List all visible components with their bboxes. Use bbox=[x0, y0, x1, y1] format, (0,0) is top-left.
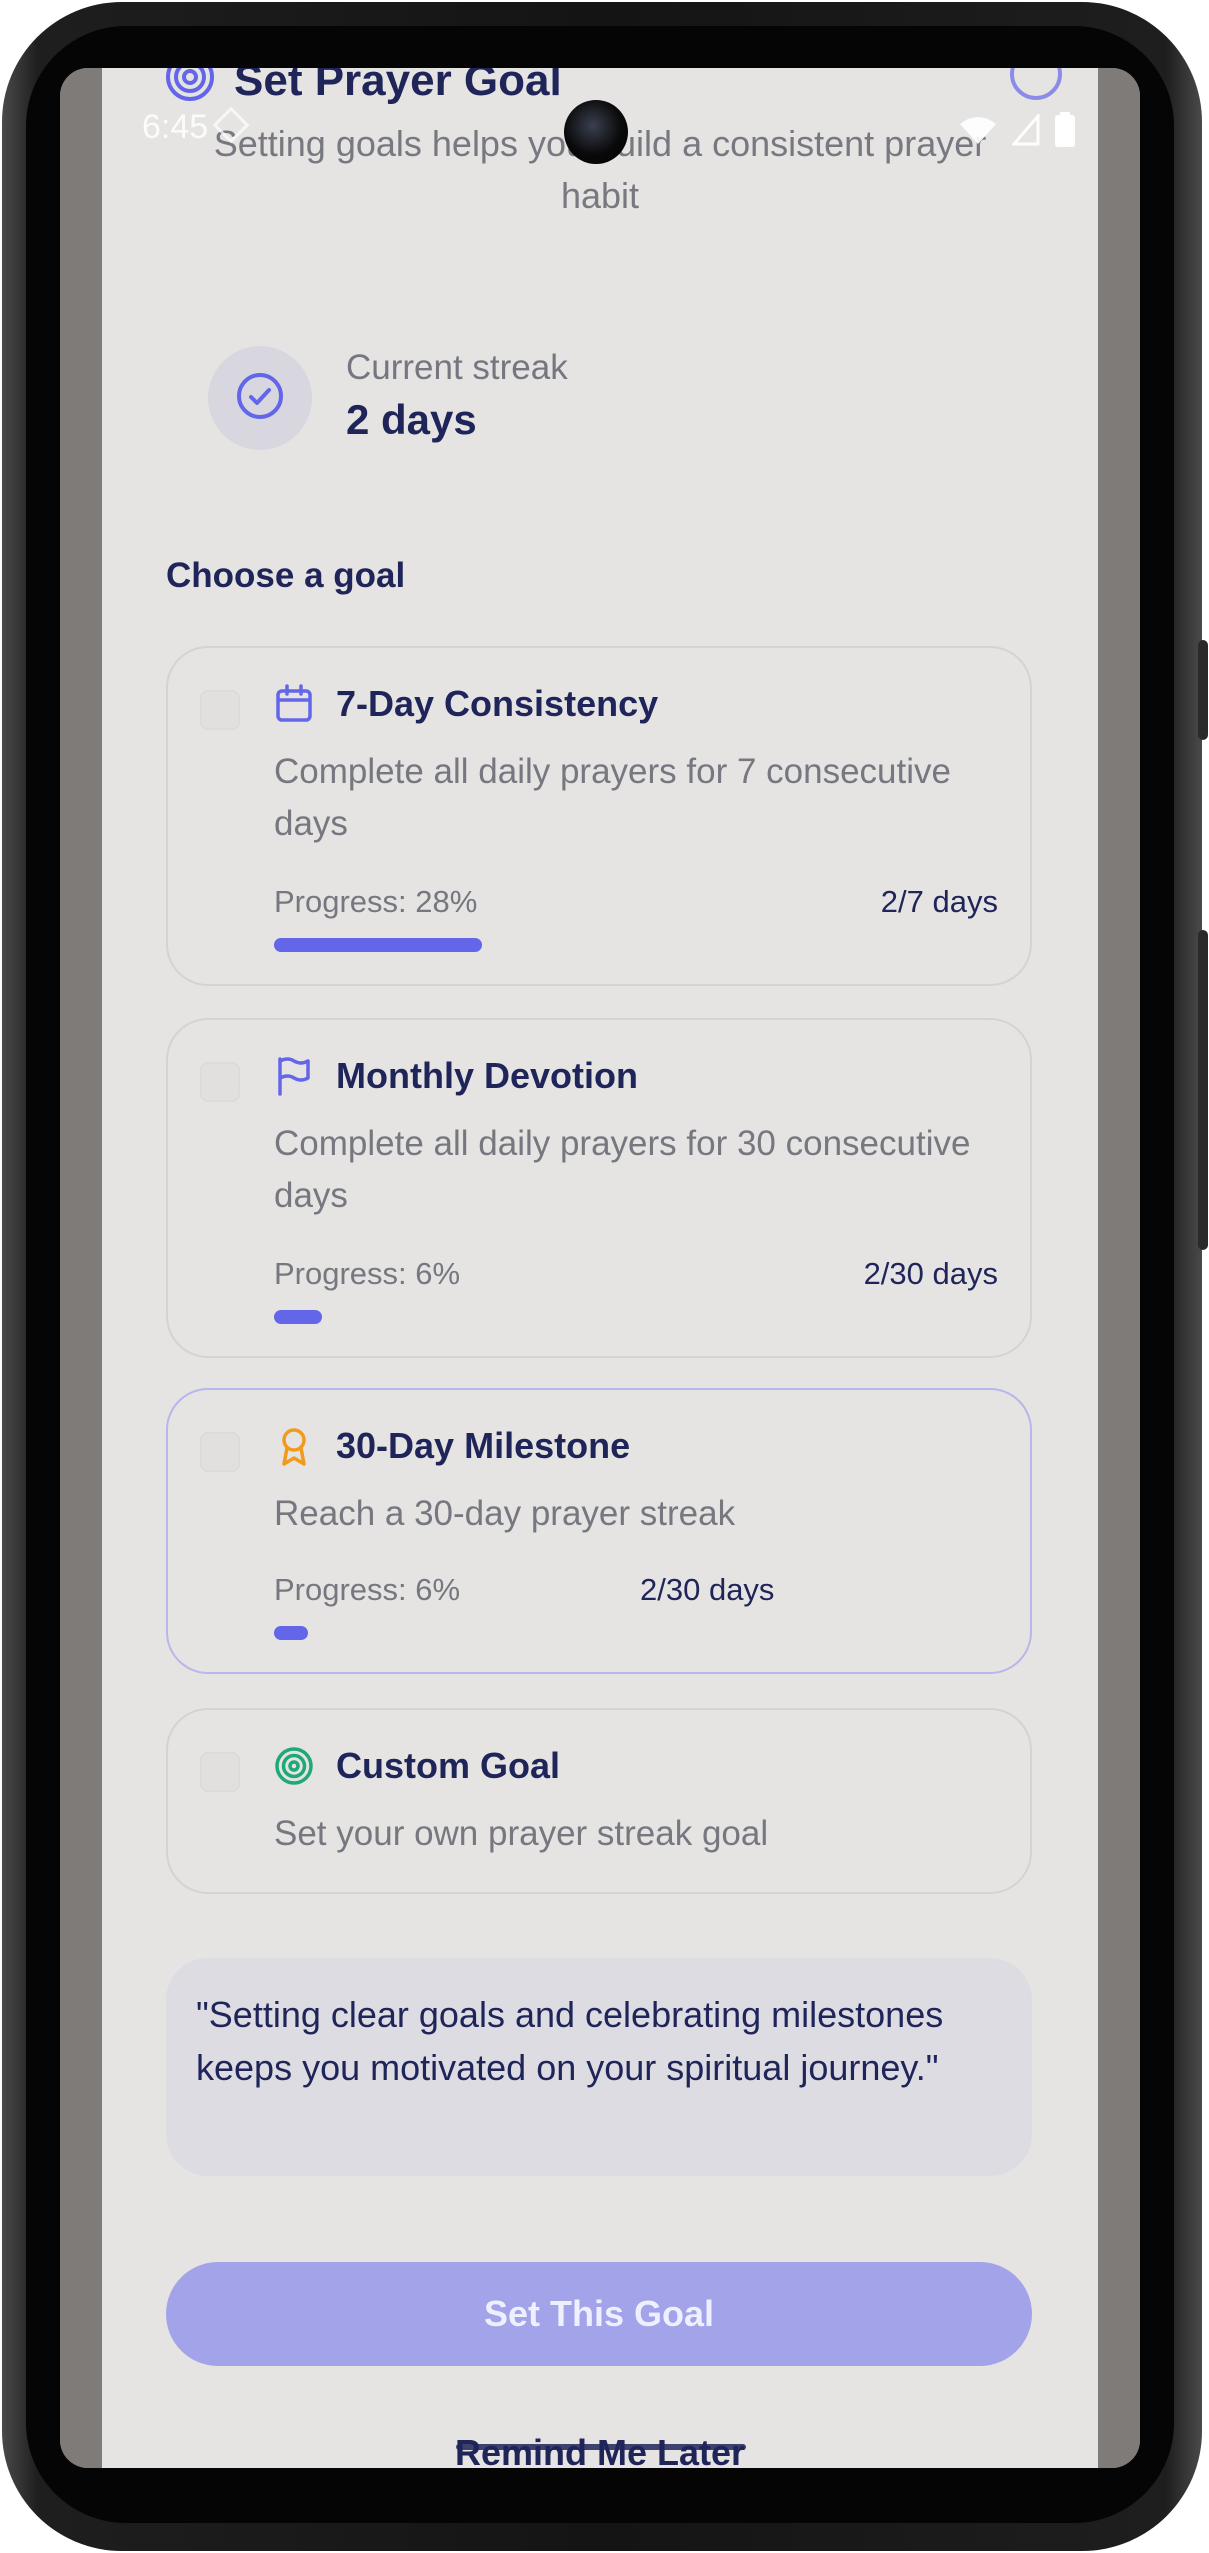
screen: Set Prayer Goal 6:45 Setting goals helps… bbox=[60, 68, 1140, 2468]
streak-text: Current streak 2 days bbox=[346, 346, 568, 450]
sheet-header: Set Prayer Goal bbox=[164, 68, 562, 112]
front-camera bbox=[564, 100, 628, 164]
goal-checkbox[interactable] bbox=[200, 1432, 240, 1472]
goal-card-milestone[interactable]: 30-Day Milestone Reach a 30-day prayer s… bbox=[166, 1388, 1032, 1674]
check-circle-icon bbox=[234, 370, 286, 426]
set-goal-button[interactable]: Set This Goal bbox=[166, 2262, 1032, 2366]
streak-value: 2 days bbox=[346, 396, 477, 443]
calendar-icon bbox=[274, 684, 314, 724]
goal-title: Custom Goal bbox=[336, 1745, 561, 1786]
goal-progress-bar bbox=[274, 1310, 322, 1324]
goal-progress-days: 2/30 days bbox=[640, 1572, 775, 1607]
section-title: Choose a goal bbox=[166, 556, 406, 595]
battery-icon bbox=[1054, 112, 1076, 152]
goal-title: 7-Day Consistency bbox=[336, 683, 659, 724]
award-icon bbox=[274, 1426, 314, 1466]
flag-icon bbox=[274, 1056, 314, 1096]
remind-later-button[interactable]: Remind Me Later bbox=[60, 2432, 1140, 2468]
wifi-icon bbox=[958, 114, 998, 150]
target-icon bbox=[164, 68, 216, 107]
goal-progress-bar bbox=[274, 938, 482, 952]
goal-progress-label: Progress: 6% bbox=[274, 1572, 461, 1607]
dimmed-background-right bbox=[1098, 68, 1140, 2468]
goal-description: Reach a 30-day prayer streak bbox=[274, 1494, 736, 1533]
goal-progress-bar bbox=[274, 1626, 308, 1640]
page-title: Set Prayer Goal bbox=[234, 68, 562, 105]
goal-description: Complete all daily prayers for 7 consecu… bbox=[274, 752, 951, 843]
goal-card-custom[interactable]: Custom Goal Set your own prayer streak g… bbox=[166, 1708, 1032, 1894]
nfc-icon bbox=[212, 106, 250, 144]
gesture-bar bbox=[456, 2444, 746, 2450]
motivational-quote: "Setting clear goals and celebrating mil… bbox=[166, 1958, 1032, 2176]
goal-title: 30-Day Milestone bbox=[336, 1425, 631, 1466]
goal-progress-days: 2/7 days bbox=[880, 884, 998, 919]
target-icon bbox=[274, 1746, 314, 1786]
goal-title: Monthly Devotion bbox=[336, 1055, 638, 1096]
status-time: 6:45 bbox=[142, 108, 209, 146]
streak-label: Current streak bbox=[346, 348, 568, 387]
volume-button bbox=[1198, 930, 1208, 1250]
goal-progress-label: Progress: 28% bbox=[274, 884, 478, 919]
device-frame: Set Prayer Goal 6:45 Setting goals helps… bbox=[0, 0, 1209, 2553]
goal-progress-label: Progress: 6% bbox=[274, 1256, 461, 1291]
goal-checkbox[interactable] bbox=[200, 690, 240, 730]
goal-card-7-day[interactable]: 7-Day Consistency Complete all daily pra… bbox=[166, 646, 1032, 986]
current-streak: Current streak 2 days bbox=[208, 346, 568, 450]
streak-badge bbox=[208, 346, 312, 450]
goal-description: Set your own prayer streak goal bbox=[274, 1814, 769, 1853]
goal-progress-days: 2/30 days bbox=[863, 1256, 998, 1291]
power-button bbox=[1198, 640, 1208, 740]
dimmed-background-left bbox=[60, 68, 102, 2468]
goal-description: Complete all daily prayers for 30 consec… bbox=[274, 1124, 971, 1215]
goal-checkbox[interactable] bbox=[200, 1752, 240, 1792]
signal-icon bbox=[1010, 111, 1040, 150]
goal-card-monthly[interactable]: Monthly Devotion Complete all daily pray… bbox=[166, 1018, 1032, 1358]
goal-checkbox[interactable] bbox=[200, 1062, 240, 1102]
